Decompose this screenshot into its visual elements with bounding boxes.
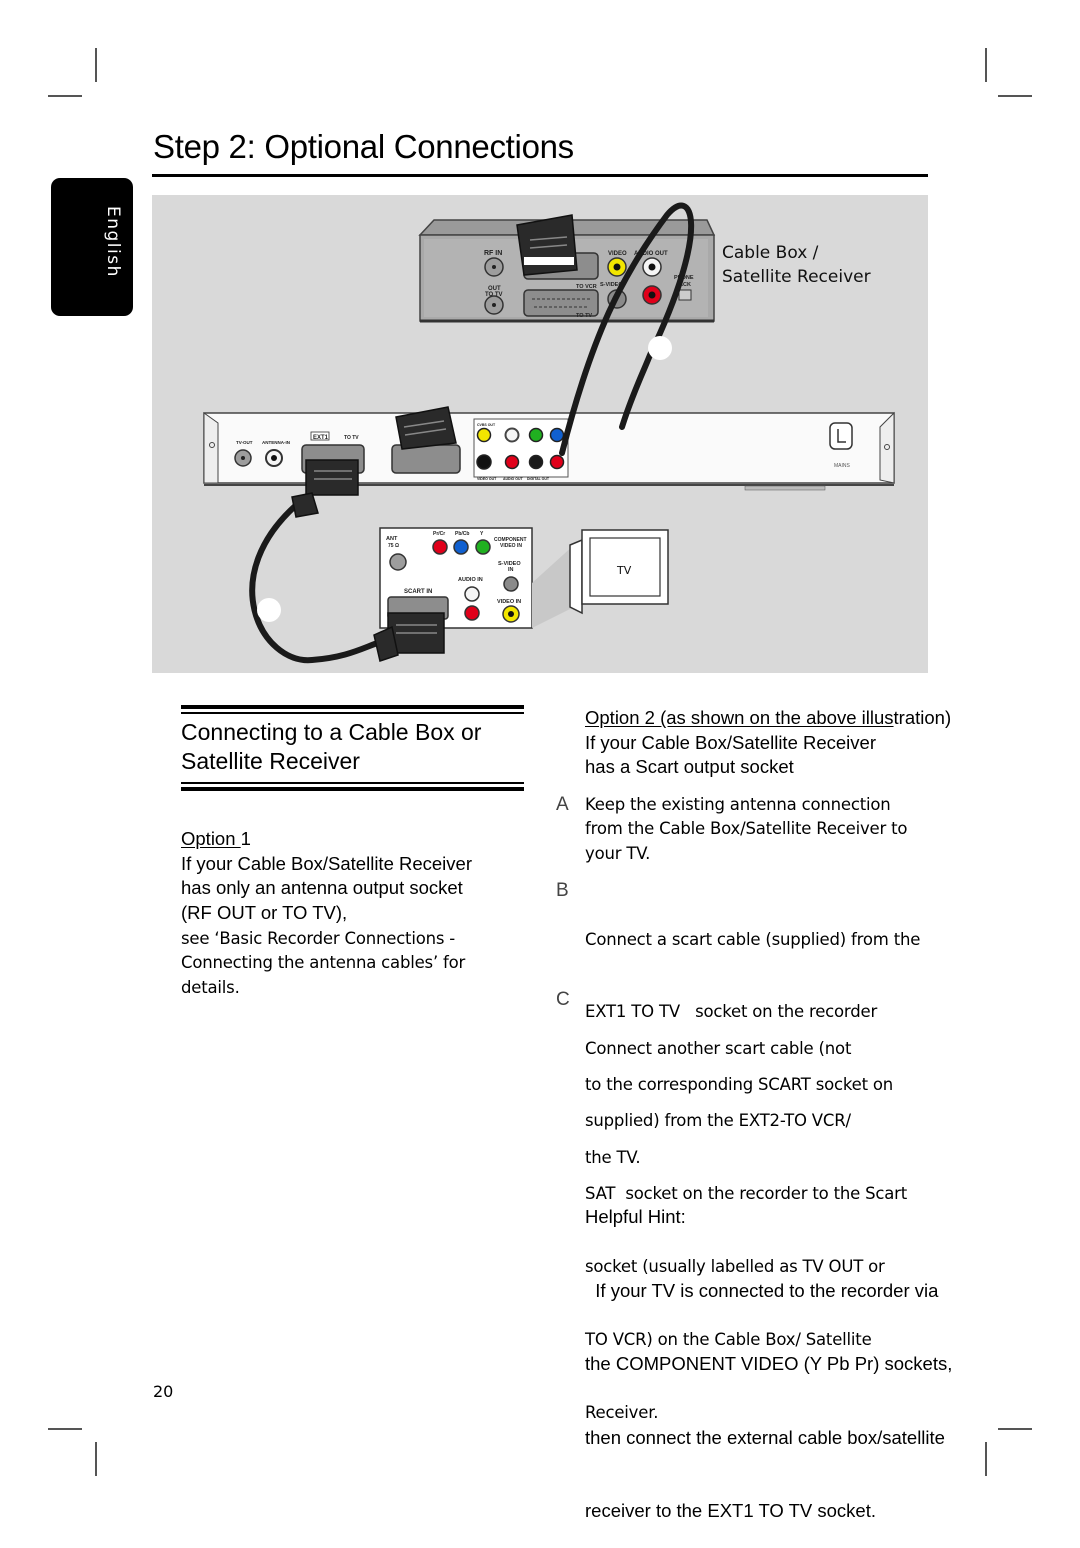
section-heading-line2: Satellite Receiver (181, 748, 360, 774)
phone-jack-socket (678, 289, 692, 301)
step-line: Keep the existing antenna connection (585, 795, 891, 814)
component-video-in-label: VIDEO IN (500, 543, 522, 549)
page-number: 20 (153, 1382, 174, 1401)
heading-rule-top-thin (181, 712, 524, 714)
crop-mark (48, 95, 82, 97)
cable-box-label-line1: Cable Box / (722, 243, 819, 263)
option1-block: Option 1 If your Cable Box/Satellite Rec… (181, 827, 541, 925)
digital-out-label: DIGITAL OUT (527, 477, 550, 481)
option2-line: has a Scart output socket (585, 756, 794, 777)
s-video-in-label2: IN (508, 567, 514, 573)
crop-mark (95, 1442, 97, 1476)
step-line: supplied) from the EXT2-TO VCR/ (585, 1111, 851, 1131)
option1-line: If your Cable Box/Satellite Receiver (181, 852, 472, 874)
step-line: your TV. (585, 843, 651, 863)
step-a-text: Keep the existing antenna connection fro… (585, 793, 955, 866)
mains-socket (829, 422, 853, 450)
option1-number: 1 (240, 828, 251, 849)
cable-box-label: Cable Box / Satellite Receiver (722, 241, 871, 289)
scart-cable-tv (249, 497, 390, 664)
heading-rule-top (181, 705, 524, 709)
rf-in-label: RF IN (484, 250, 502, 257)
connection-illustration: RF IN OUT TO TV TO VCR TO TV VIDEO AUDIO… (152, 195, 928, 673)
to-vcr-label: TO VCR (576, 284, 597, 290)
section-heading-line1: Connecting to a Cable Box or (181, 719, 482, 745)
tv-label: TV (616, 564, 632, 577)
hint-title: Helpful Hint: (585, 1206, 686, 1227)
see-reference: see ‘Basic Recorder Connections - Connec… (181, 927, 541, 1000)
step-letter-b: B (556, 880, 569, 901)
hint-line: If your TV is connected to the recorder … (585, 1279, 939, 1301)
heading-rule-bottom-thin (181, 782, 524, 784)
crop-mark (95, 48, 97, 82)
cable-box-label-line2: Satellite Receiver (722, 267, 871, 287)
helpful-hint: Helpful Hint: If your TV is connected to… (585, 1156, 1005, 1548)
crop-mark (48, 1428, 82, 1430)
to-tv-scart-label: TO TV (576, 313, 592, 319)
step-letter-c: C (556, 989, 570, 1010)
language-tab: English (51, 178, 133, 316)
audio-in-label: AUDIO IN (458, 577, 483, 583)
option1-line: (RF OUT or TO TV), (181, 901, 348, 923)
see-line: see ‘Basic Recorder Connections - (181, 929, 456, 948)
pb-cb-label: Pb/Cb (455, 531, 469, 537)
option2-line: If your Cable Box/Satellite Receiver (585, 731, 876, 753)
pr-cr-label: Pr/Cr (433, 531, 445, 537)
option2-block: Option 2 (as shown on the above illustra… (585, 706, 1005, 780)
antenna-in-label: ANTENNA-IN (262, 440, 290, 445)
scart-in-label: SCART IN (404, 589, 432, 595)
video-out-label: VIDEO OUT (477, 477, 497, 481)
step-marker-circle (257, 598, 281, 622)
step-line: Connect a scart cable (supplied) from th… (585, 929, 921, 949)
video-label: VIDEO (608, 251, 627, 257)
hint-line: then connect the external cable box/sate… (585, 1426, 945, 1448)
scart-plug-cablebox (516, 214, 578, 276)
ant-label: ANT (386, 536, 398, 542)
option1-label: Option (181, 828, 241, 849)
option2-label: Option 2 (as shown on the above illus (585, 707, 894, 728)
step-line: from the Cable Box/Satellite Receiver to (585, 819, 908, 839)
page-title: Step 2: Optional Connections (153, 128, 574, 165)
tv-set: TV (569, 529, 669, 615)
step-marker-circle (648, 336, 672, 360)
hint-line: receiver to the EXT1 TO TV socket. (585, 1500, 876, 1521)
option1-title: Option 1 (181, 827, 541, 852)
language-tab-label: English (103, 206, 123, 278)
option2-label-rest: tration) (893, 707, 952, 728)
tv-out-label: TV-OUT (236, 440, 253, 445)
crop-mark (985, 48, 987, 82)
see-line: Connecting the antenna cables’ for (181, 953, 466, 973)
title-rule (152, 174, 928, 177)
cvbs-out-label: CVBS OUT (477, 423, 496, 427)
hint-line: the COMPONENT VIDEO (Y Pb Pr) sockets, (585, 1353, 953, 1374)
ant-ohm-label: 75 Ω (388, 543, 399, 549)
ant-socket (389, 553, 407, 571)
ext1-label: EXT1 (313, 435, 329, 441)
mains-label: MAINS (834, 463, 851, 469)
section-heading: Connecting to a Cable Box or Satellite R… (181, 718, 531, 776)
heading-rule-bottom (181, 787, 524, 791)
option1-line: has only an antenna output socket (181, 877, 463, 898)
ext1-to-tv-label: TO TV (344, 435, 359, 441)
step-line: Connect another scart cable (not (585, 1038, 852, 1058)
crop-mark (998, 95, 1032, 97)
audio-out-label-rec: AUDIO OUT (503, 477, 524, 481)
see-line: details. (181, 977, 240, 997)
video-in-label: VIDEO IN (497, 599, 521, 605)
option2-title: Option 2 (as shown on the above illustra… (585, 706, 1005, 731)
step-letter-a: A (556, 794, 569, 815)
